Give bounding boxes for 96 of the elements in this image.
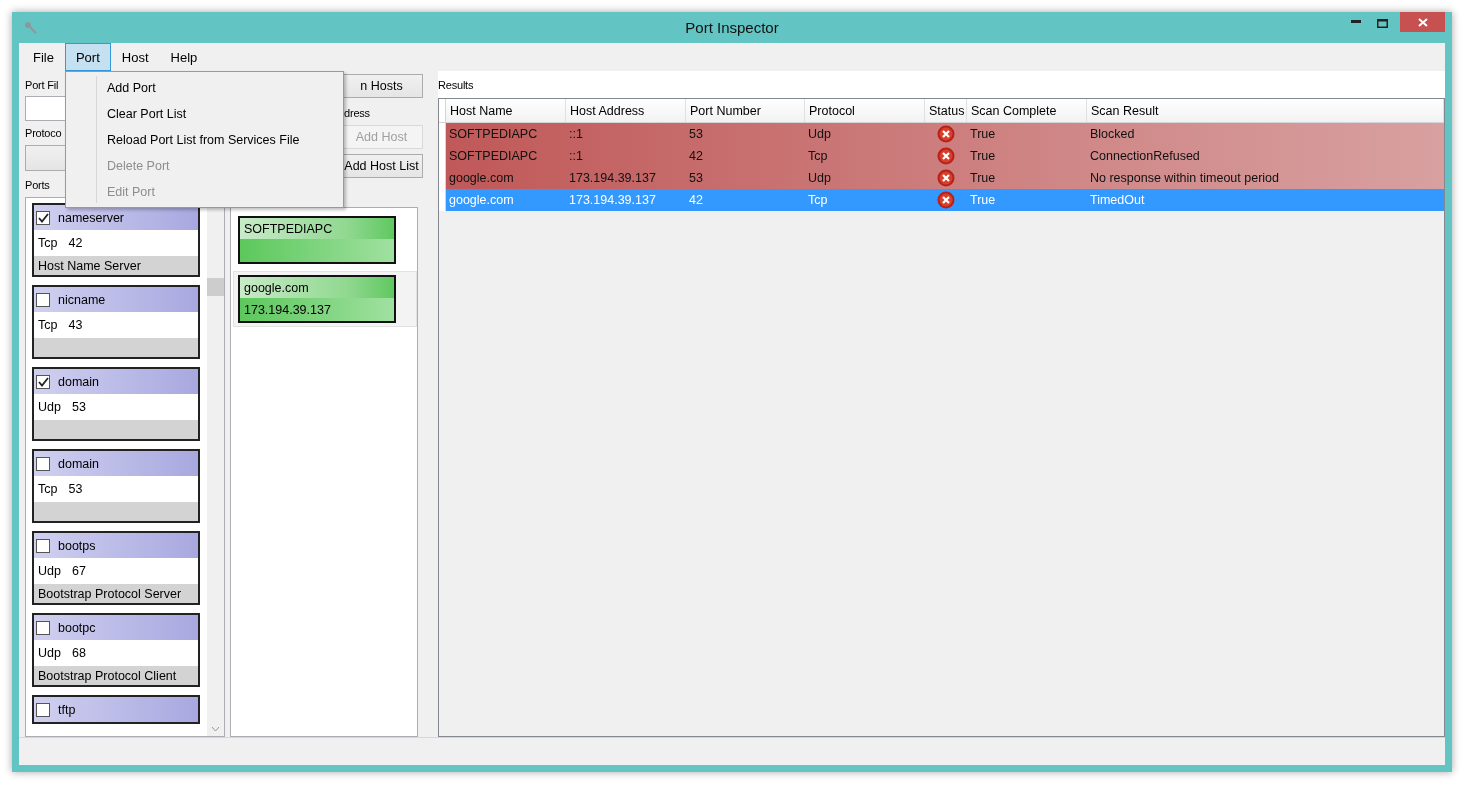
port-card[interactable]: bootpc Udp 68 Bootstrap Protocol Client bbox=[32, 613, 200, 687]
port-description: Bootstrap Protocol Server bbox=[38, 586, 182, 601]
port-number: 67 bbox=[71, 564, 86, 578]
port-protocol: Udp bbox=[38, 646, 61, 660]
port-name: bootpc bbox=[58, 620, 96, 635]
table-cell-text: Blocked bbox=[1089, 126, 1136, 143]
column-header[interactable]: Port Number bbox=[686, 99, 805, 122]
port-card[interactable]: nameserver Tcp 42 Host Name Server bbox=[32, 203, 200, 277]
table-row[interactable]: SOFTPEDIAPC ::1 42 Tcp True ConnectionRefused bbox=[439, 145, 1444, 167]
port-protocol: Udp bbox=[38, 564, 61, 578]
port-number: 43 bbox=[68, 318, 83, 332]
port-name: domain bbox=[58, 374, 99, 389]
port-card[interactable]: domain Udp 53 bbox=[32, 367, 200, 441]
checkbox[interactable] bbox=[36, 374, 50, 389]
column-header[interactable]: Host Address bbox=[566, 99, 686, 122]
port-protocol: Tcp bbox=[38, 236, 58, 250]
table-cell-text: True bbox=[969, 126, 997, 143]
table-cell-text: 53 bbox=[688, 170, 704, 187]
close-button[interactable] bbox=[1400, 12, 1445, 32]
menu-option[interactable]: Clear Port List bbox=[107, 101, 300, 127]
host-address: 173.194.39.137 bbox=[244, 302, 331, 317]
table-cell-text: True bbox=[969, 192, 997, 209]
table-cell-text: SOFTPEDIAPC bbox=[448, 148, 539, 165]
close-icon[interactable] bbox=[1417, 17, 1428, 27]
menu-item[interactable]: Port bbox=[64, 43, 111, 71]
port-name: domain bbox=[58, 456, 99, 471]
host-name: google.com bbox=[244, 280, 309, 295]
host-card[interactable]: google.com 173.194.39.137 bbox=[238, 275, 396, 323]
port-name: bootps bbox=[58, 538, 96, 553]
port-card[interactable]: tftp bbox=[32, 695, 200, 724]
table-cell-text: 173.194.39.137 bbox=[568, 170, 657, 187]
checkbox[interactable] bbox=[36, 210, 50, 225]
field-label: Protoco bbox=[25, 126, 62, 141]
host-item-highlight[interactable]: google.com 173.194.39.137 bbox=[233, 271, 417, 327]
table-cell-text: ConnectionRefused bbox=[1089, 148, 1201, 165]
table-cell-text: Udp bbox=[807, 170, 832, 187]
menu-option[interactable]: Add Port bbox=[107, 75, 300, 101]
port-description: Host Name Server bbox=[38, 258, 141, 273]
port-number: 53 bbox=[68, 482, 83, 496]
scroll-thumb[interactable] bbox=[207, 278, 224, 296]
table-cell-text: True bbox=[969, 170, 997, 187]
port-protocol: Tcp bbox=[38, 482, 58, 496]
scroll-down-icon[interactable] bbox=[211, 726, 220, 732]
column-header[interactable]: Protocol bbox=[805, 99, 925, 122]
table-cell-text: ::1 bbox=[568, 148, 584, 165]
menu-item[interactable]: Help bbox=[159, 43, 209, 71]
checkbox[interactable] bbox=[36, 620, 50, 635]
checkbox[interactable] bbox=[36, 456, 50, 471]
host-card[interactable]: SOFTPEDIAPC bbox=[238, 216, 396, 264]
column-header[interactable]: Scan Result bbox=[1087, 99, 1444, 122]
table-cell-text: 42 bbox=[688, 148, 704, 165]
table-cell-text: google.com bbox=[448, 192, 515, 209]
table-cell-text: TimedOut bbox=[1089, 192, 1146, 209]
port-description: Bootstrap Protocol Client bbox=[38, 668, 177, 683]
table-cell-text: Udp bbox=[807, 126, 832, 143]
table-cell-text: google.com bbox=[448, 170, 515, 187]
section-label: Results bbox=[438, 78, 474, 93]
port-card[interactable]: nicname Tcp 43 bbox=[32, 285, 200, 359]
table-cell-text: 42 bbox=[688, 192, 704, 209]
port-name: nameserver bbox=[58, 210, 124, 225]
table-cell-text: Tcp bbox=[807, 192, 829, 209]
field-label: dress bbox=[343, 106, 371, 121]
section-label: Ports bbox=[25, 178, 50, 193]
port-number: 68 bbox=[71, 646, 86, 660]
menu-item[interactable]: File bbox=[22, 43, 65, 71]
table-cell-text: Tcp bbox=[807, 148, 829, 165]
port-name: tftp bbox=[58, 702, 76, 717]
table-cell-text: No response within timeout period bbox=[1089, 170, 1280, 187]
minimize-icon[interactable] bbox=[1351, 20, 1361, 24]
checkbox[interactable] bbox=[36, 538, 50, 553]
table-row[interactable]: SOFTPEDIAPC ::1 53 Udp True Blocked bbox=[439, 123, 1444, 145]
column-header[interactable]: Status bbox=[925, 99, 967, 122]
key-icon bbox=[24, 20, 38, 35]
host-name: SOFTPEDIAPC bbox=[244, 221, 333, 236]
port-card[interactable]: domain Tcp 53 bbox=[32, 449, 200, 523]
table-cell-text: SOFTPEDIAPC bbox=[448, 126, 539, 143]
window-title: Port Inspector bbox=[685, 19, 779, 36]
port-protocol: Tcp bbox=[38, 318, 58, 332]
table-cell-text: 53 bbox=[688, 126, 704, 143]
field-label: Port Fil bbox=[25, 78, 59, 93]
port-name: nicname bbox=[58, 292, 106, 307]
port-card[interactable]: bootps Udp 67 Bootstrap Protocol Server bbox=[32, 531, 200, 605]
port-number: 42 bbox=[68, 236, 83, 250]
port-number: 53 bbox=[71, 400, 86, 414]
menu-option[interactable]: Reload Port List from Services File bbox=[107, 127, 300, 153]
column-header[interactable]: Host Name bbox=[446, 99, 566, 122]
checkbox[interactable] bbox=[36, 292, 50, 307]
menu-item[interactable]: Host bbox=[110, 43, 160, 71]
column-header[interactable]: Scan Complete bbox=[967, 99, 1087, 122]
table-cell-text: True bbox=[969, 148, 997, 165]
checkbox[interactable] bbox=[36, 702, 50, 717]
port-protocol: Udp bbox=[38, 400, 61, 414]
table-cell-text: ::1 bbox=[568, 126, 584, 143]
table-cell-text: 173.194.39.137 bbox=[568, 192, 657, 209]
maximize-icon[interactable] bbox=[1377, 19, 1388, 28]
table-row[interactable]: google.com 173.194.39.137 53 Udp True No response within timeout period bbox=[439, 167, 1444, 189]
